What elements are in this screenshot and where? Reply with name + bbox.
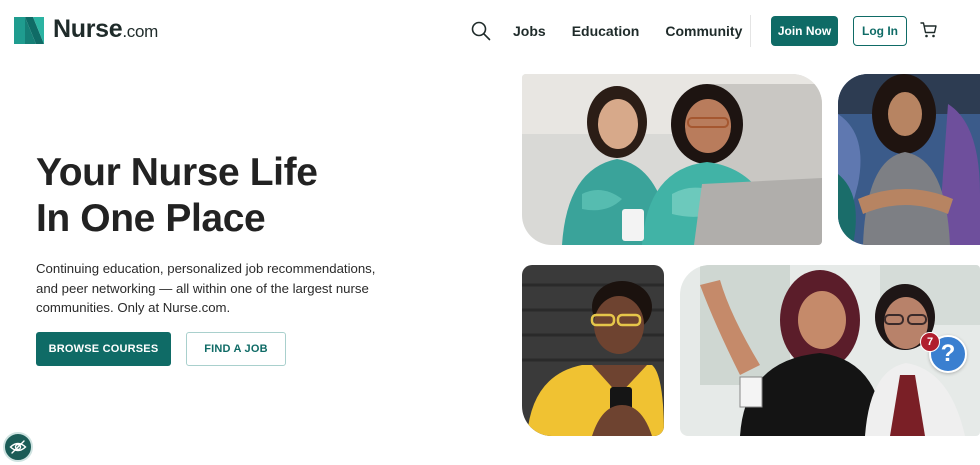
logo-suffix: .com: [122, 22, 159, 41]
nav-education[interactable]: Education: [572, 16, 640, 46]
logo-name: Nurse: [53, 15, 123, 43]
nav-divider: [750, 15, 751, 47]
photo-nurse-arms-crossed: [838, 74, 980, 245]
help-question-icon: ?: [940, 340, 956, 367]
nurse-logo-icon: [14, 17, 44, 44]
hero-title-line1: Your Nurse Life: [36, 151, 318, 194]
help-notification-badge: 7: [920, 332, 940, 352]
logo-wordmark: Nurse.com: [53, 16, 158, 45]
nav-jobs[interactable]: Jobs: [513, 16, 546, 46]
hero-description: Continuing education, personalized job r…: [36, 261, 376, 315]
photo-nurses-laptop: [522, 74, 822, 245]
search-icon[interactable]: [470, 20, 492, 42]
nav-community[interactable]: Community: [665, 16, 742, 46]
hero-title-line2: In One Place: [36, 197, 266, 240]
join-now-button[interactable]: Join Now: [771, 16, 838, 46]
browse-courses-button[interactable]: BROWSE COURSES: [36, 332, 171, 366]
photo-nurse-with-phone: [522, 265, 664, 436]
log-in-button[interactable]: Log In: [853, 16, 907, 46]
find-a-job-button[interactable]: FIND A JOB: [186, 332, 286, 366]
accessibility-button[interactable]: [3, 432, 33, 462]
site-header: Nurse.com Jobs Education Community Join …: [0, 0, 980, 62]
cart-icon[interactable]: [920, 21, 938, 39]
hero-title: Your Nurse Life In One Place: [36, 150, 366, 242]
eye-slash-icon: [9, 440, 27, 454]
site-logo[interactable]: Nurse.com: [14, 16, 158, 45]
main-nav: Jobs Education Community: [470, 16, 768, 46]
